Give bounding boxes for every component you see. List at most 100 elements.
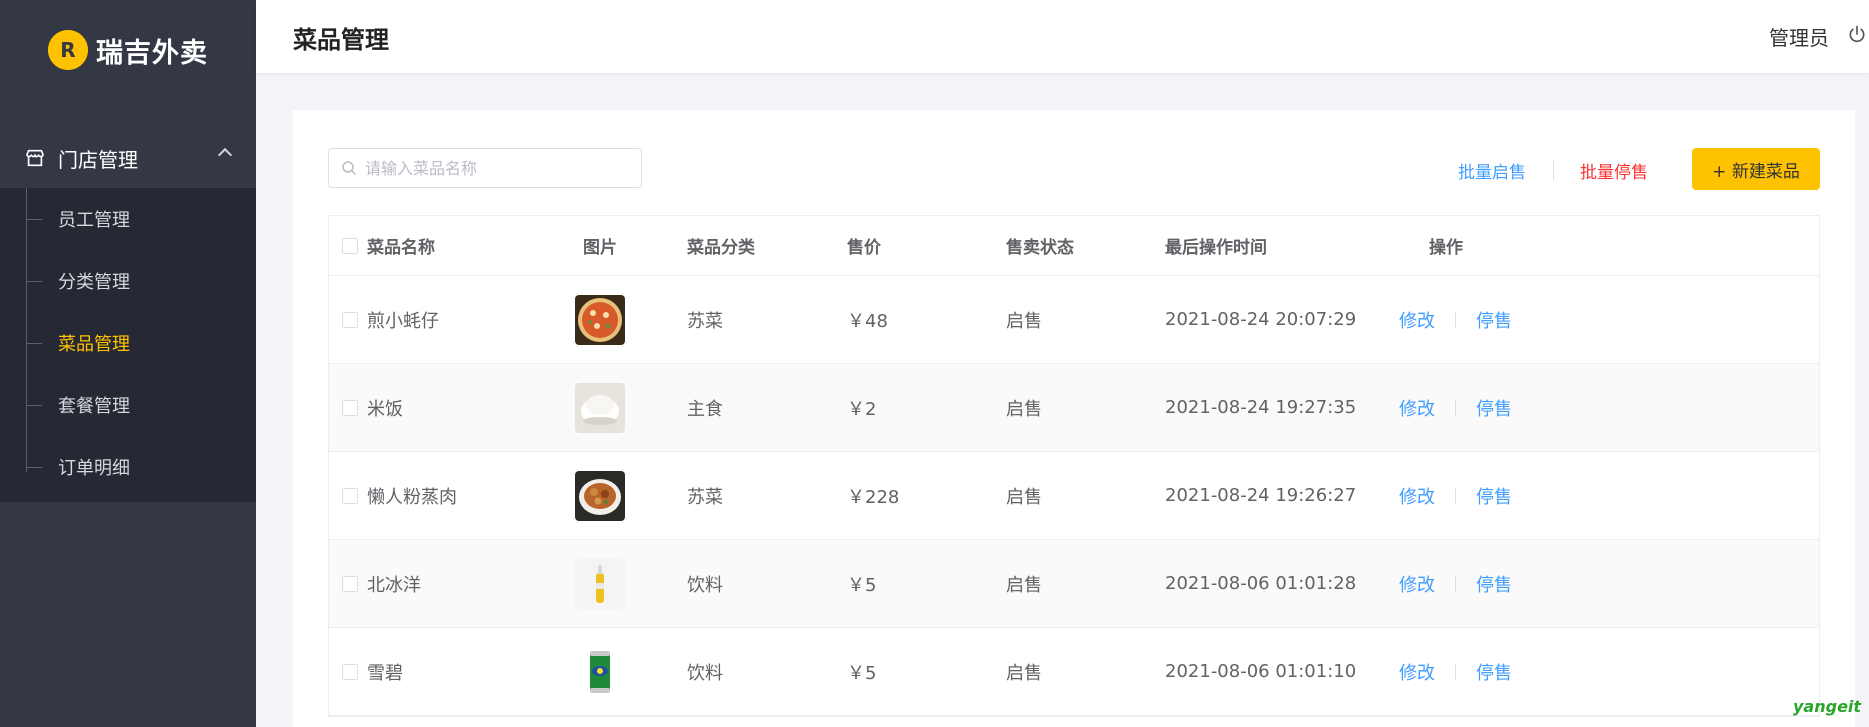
store-icon <box>24 147 46 169</box>
search-icon <box>341 160 357 176</box>
dish-image-cell <box>575 452 625 539</box>
edit-link[interactable]: 修改 <box>1399 307 1435 333</box>
chevron-up-icon[interactable] <box>218 148 232 162</box>
dish-name: 懒人粉蒸肉 <box>367 452 457 539</box>
dish-status: 启售 <box>1006 276 1042 363</box>
submenu: 员工管理 分类管理 菜品管理 套餐管理 订单明细 <box>0 188 256 502</box>
edit-link[interactable]: 修改 <box>1399 571 1435 597</box>
sidebar-item-dish[interactable]: 菜品管理 <box>0 312 256 374</box>
sidebar-item-category[interactable]: 分类管理 <box>0 250 256 312</box>
column-header: 售卖状态 <box>1006 216 1074 275</box>
divider <box>1455 664 1456 680</box>
tree-tick <box>26 405 42 406</box>
search-box[interactable] <box>328 148 642 188</box>
dish-price: ￥48 <box>847 276 888 363</box>
bottle-icon <box>575 559 625 609</box>
column-header: 菜品分类 <box>687 216 755 275</box>
dish-panel: 批量启售 批量停售 + 新建菜品 菜品名称 图片 菜品分类 售价 售卖状态 最后… <box>293 110 1855 727</box>
select-all-cell <box>342 216 358 275</box>
row-checkbox[interactable] <box>342 400 358 416</box>
sidebar-item-label: 订单明细 <box>58 454 130 480</box>
logo-icon: R <box>48 30 88 70</box>
sidebar-item-setmeal[interactable]: 套餐管理 <box>0 374 256 436</box>
stew-icon <box>575 471 625 521</box>
tree-tick <box>26 343 42 344</box>
search-input[interactable] <box>365 159 635 178</box>
sidebar-item-label: 员工管理 <box>58 206 130 232</box>
rice-icon <box>575 383 625 433</box>
watermark: yangeit <box>1793 697 1861 716</box>
dish-updated-time: 2021-08-06 01:01:10 <box>1165 628 1356 715</box>
column-header: 操作 <box>1429 216 1463 275</box>
column-header: 图片 <box>583 216 617 275</box>
row-actions: 修改 停售 <box>1399 364 1512 451</box>
table-header: 菜品名称 图片 菜品分类 售价 售卖状态 最后操作时间 操作 <box>329 216 1819 276</box>
row-checkbox[interactable] <box>342 664 358 680</box>
dish-price: ￥5 <box>847 540 876 627</box>
dish-updated-time: 2021-08-24 20:07:29 <box>1165 276 1356 363</box>
disable-link[interactable]: 停售 <box>1476 483 1512 509</box>
dish-image-cell <box>575 540 625 627</box>
table-row: 北冰洋 饮料 ￥5 启售 2021-08-06 01:01:28 修改 停售 <box>329 540 1819 628</box>
dish-status: 启售 <box>1006 452 1042 539</box>
dish-image-cell <box>575 364 625 451</box>
logo: R 瑞吉外卖 <box>0 0 256 100</box>
sidebar-item-employee[interactable]: 员工管理 <box>0 188 256 250</box>
dish-updated-time: 2021-08-06 01:01:28 <box>1165 540 1356 627</box>
dish-name: 煎小蚝仔 <box>367 276 439 363</box>
disable-link[interactable]: 停售 <box>1476 395 1512 421</box>
sidebar-item-label: 分类管理 <box>58 268 130 294</box>
dish-name: 米饭 <box>367 364 403 451</box>
dish-updated-time: 2021-08-24 19:27:35 <box>1165 364 1356 451</box>
dish-price: ￥2 <box>847 364 876 451</box>
batch-disable-link[interactable]: 批量停售 <box>1580 158 1648 183</box>
dish-price: ￥228 <box>847 452 899 539</box>
table-row: 米饭 主食 ￥2 启售 2021-08-24 19:27:35 修改 停售 <box>329 364 1819 452</box>
row-select-cell <box>342 276 358 363</box>
edit-link[interactable]: 修改 <box>1399 395 1435 421</box>
row-actions: 修改 停售 <box>1399 452 1512 539</box>
row-actions: 修改 停售 <box>1399 540 1512 627</box>
dish-category: 饮料 <box>687 540 723 627</box>
column-header: 菜品名称 <box>367 216 435 275</box>
dish-name: 雪碧 <box>367 628 403 715</box>
menu-group-label: 门店管理 <box>58 144 138 173</box>
divider <box>1455 576 1456 592</box>
pizza-icon <box>575 295 625 345</box>
new-dish-button[interactable]: + 新建菜品 <box>1692 148 1820 190</box>
divider <box>1553 160 1554 180</box>
row-select-cell <box>342 540 358 627</box>
sidebar: R 瑞吉外卖 门店管理 员工管理 分类管理 菜品管理 套餐管理 <box>0 0 256 727</box>
user-name[interactable]: 管理员 <box>1769 22 1829 51</box>
page-title: 菜品管理 <box>293 20 389 55</box>
disable-link[interactable]: 停售 <box>1476 307 1512 333</box>
disable-link[interactable]: 停售 <box>1476 659 1512 685</box>
row-checkbox[interactable] <box>342 488 358 504</box>
column-header: 售价 <box>847 216 881 275</box>
sidebar-item-label: 套餐管理 <box>58 392 130 418</box>
table-row: 煎小蚝仔 苏菜 ￥48 启售 2021-08-24 20:07:29 修改 <box>329 276 1819 364</box>
can-icon <box>575 647 625 697</box>
dish-status: 启售 <box>1006 540 1042 627</box>
row-checkbox[interactable] <box>342 576 358 592</box>
row-actions: 修改 停售 <box>1399 276 1512 363</box>
tree-tick <box>26 219 42 220</box>
column-header: 最后操作时间 <box>1165 216 1267 275</box>
dish-table: 菜品名称 图片 菜品分类 售价 售卖状态 最后操作时间 操作 煎小蚝仔 <box>328 215 1820 717</box>
sidebar-item-label: 菜品管理 <box>58 330 130 356</box>
tree-tick <box>26 281 42 282</box>
dish-updated-time: 2021-08-24 19:26:27 <box>1165 452 1356 539</box>
dish-price: ￥5 <box>847 628 876 715</box>
edit-link[interactable]: 修改 <box>1399 483 1435 509</box>
menu-group-store[interactable]: 门店管理 <box>0 128 256 188</box>
disable-link[interactable]: 停售 <box>1476 571 1512 597</box>
select-all-checkbox[interactable] <box>342 238 358 254</box>
dish-image-cell <box>575 628 625 715</box>
power-icon[interactable] <box>1847 24 1867 44</box>
row-checkbox[interactable] <box>342 312 358 328</box>
sidebar-item-orders[interactable]: 订单明细 <box>0 436 256 498</box>
dish-category: 苏菜 <box>687 276 723 363</box>
row-select-cell <box>342 364 358 451</box>
batch-enable-link[interactable]: 批量启售 <box>1458 158 1526 183</box>
edit-link[interactable]: 修改 <box>1399 659 1435 685</box>
